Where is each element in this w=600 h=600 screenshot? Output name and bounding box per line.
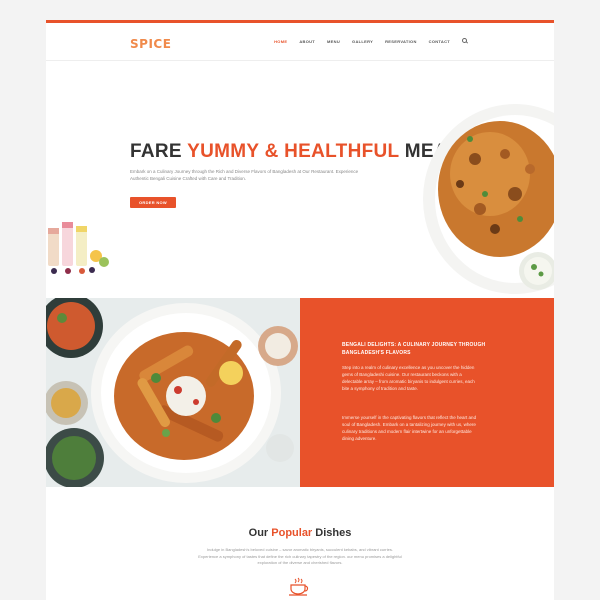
order-now-button[interactable]: ORDER NOW	[130, 197, 176, 208]
nav-item-menu[interactable]: MENU	[327, 39, 340, 44]
feature-section: BENGALI DELIGHTS: A CULINARY JOURNEY THR…	[46, 298, 554, 487]
hero-title-accent: YUMMY & HEALTHFUL	[187, 141, 400, 162]
coffee-cup-icon	[289, 577, 309, 596]
nav-item-reservation[interactable]: RESERVATION	[385, 39, 417, 44]
popular-title-part1: Our	[248, 527, 272, 539]
fruit-drinks-image	[48, 222, 109, 274]
food-spread-image	[46, 298, 300, 487]
hero-description: Embark on a Culinary Journey through the…	[130, 169, 359, 181]
food-spread-photo	[46, 298, 300, 487]
hero-title-part1: FARE	[130, 141, 188, 162]
hero-section: FARE YUMMY & HEALTHFUL MEALS Embark on a…	[46, 61, 554, 298]
feature-paragraph-1: Step into a realm of culinary excellence…	[342, 365, 475, 391]
site-header: SPICE HOME ABOUT MENU GALLERY RESERVATIO…	[46, 23, 554, 61]
main-nav: HOME ABOUT MENU GALLERY RESERVATION CONT…	[274, 38, 468, 44]
nav-item-home[interactable]: HOME	[274, 39, 287, 44]
popular-title: Our Popular Dishes	[46, 527, 554, 539]
nav-item-about[interactable]: ABOUT	[299, 39, 315, 44]
landing-page: SPICE HOME ABOUT MENU GALLERY RESERVATIO…	[46, 20, 554, 600]
popular-description: Indulge in Bangladesh's beloved cuisine …	[198, 547, 402, 565]
biryani-plate-image	[423, 104, 554, 294]
feature-text-panel: BENGALI DELIGHTS: A CULINARY JOURNEY THR…	[300, 298, 554, 487]
popular-title-part2: Dishes	[312, 527, 352, 539]
search-icon[interactable]	[462, 38, 468, 44]
feature-heading: BENGALI DELIGHTS: A CULINARY JOURNEY THR…	[342, 342, 486, 356]
nav-item-contact[interactable]: CONTACT	[429, 39, 450, 44]
feature-paragraph-2: Immerse yourself in the captivating flav…	[342, 415, 477, 441]
logo[interactable]: SPICE	[130, 37, 171, 51]
nav-item-gallery[interactable]: GALLERY	[352, 39, 373, 44]
popular-title-accent: Popular	[271, 527, 313, 539]
popular-dishes-section: Our Popular Dishes Indulge in Bangladesh…	[46, 487, 554, 596]
